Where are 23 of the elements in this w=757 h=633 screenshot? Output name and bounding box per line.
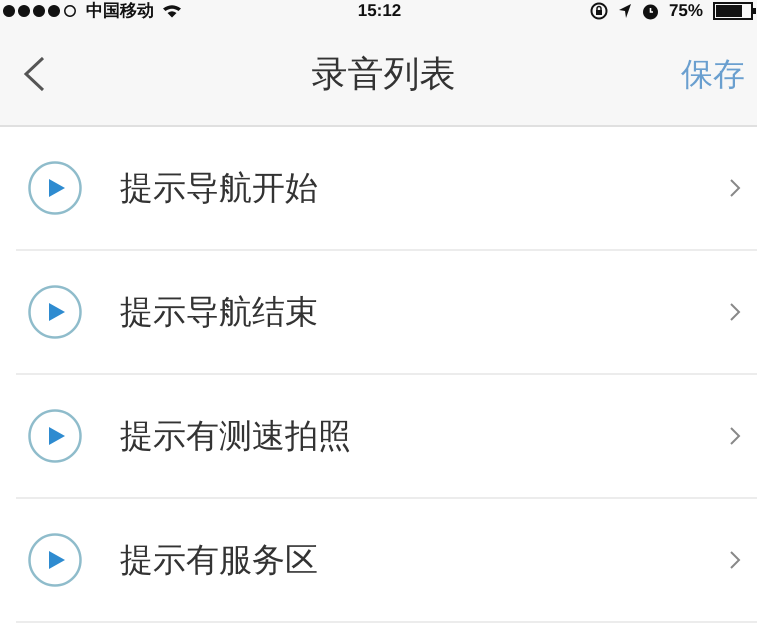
page-title: 录音列表 (312, 52, 456, 96)
signal-strength-icon (2, 4, 78, 18)
back-icon[interactable] (22, 56, 46, 92)
recording-name: 提示导航开始 (120, 168, 319, 208)
location-arrow-icon (618, 3, 632, 19)
chevron-right-icon (729, 178, 741, 198)
chevron-right-icon (729, 550, 741, 570)
lock-icon (590, 2, 608, 20)
wifi-icon (162, 4, 182, 18)
clock-time: 15:12 (358, 1, 402, 21)
recording-name: 提示有服务区 (120, 540, 319, 580)
battery-icon (713, 2, 757, 20)
carrier-name: 中国移动 (86, 1, 154, 21)
recording-name: 提示有测速拍照 (120, 416, 352, 456)
battery-percentage: 75% (668, 1, 703, 21)
play-icon[interactable] (28, 161, 82, 215)
chevron-right-icon (729, 426, 741, 446)
recording-name: 提示导航结束 (120, 292, 319, 332)
clock-icon (642, 2, 659, 20)
play-icon[interactable] (28, 533, 82, 587)
play-icon[interactable] (28, 285, 82, 339)
chevron-right-icon (729, 302, 741, 322)
play-icon[interactable] (28, 409, 82, 463)
